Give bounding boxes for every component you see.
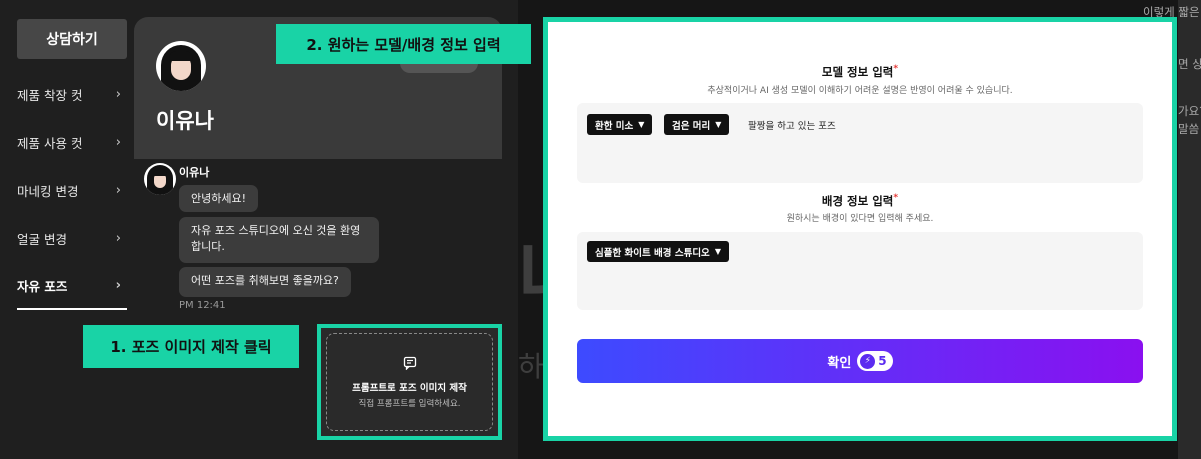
sidebar-item-mannequin-change[interactable]: 마네킹 변경 ›: [17, 166, 127, 214]
sidebar-item-product-wearing[interactable]: 제품 착장 컷 ›: [17, 70, 127, 118]
background-chip-dropdown[interactable]: 심플한 화이트 배경 스튜디오 ▼: [587, 241, 729, 262]
background-side-text: 가요?: [1178, 104, 1201, 118]
sidebar-menu: 제품 착장 컷 › 제품 사용 컷 › 마네킹 변경 › 얼굴 변경 › 자유 …: [17, 70, 127, 310]
chevron-down-icon: ▼: [714, 247, 721, 256]
chat-bubble: 자유 포즈 스튜디오에 오신 것을 환영합니다.: [179, 217, 379, 263]
chat-bubble: 어떤 포즈를 취해보면 좋을까요?: [179, 267, 351, 297]
background-section-description: 원하시는 배경이 있다면 입력해 주세요.: [786, 214, 934, 224]
model-section-description: 추상적이거나 AI 생성 모델이 이해하기 어려운 설명은 반영이 어려울 수 …: [707, 86, 1013, 96]
chevron-right-icon: ›: [115, 230, 121, 246]
chevron-right-icon: ›: [115, 182, 121, 198]
avatar: [156, 41, 206, 91]
confirm-label: 확인: [827, 355, 852, 371]
chat-avatar: [144, 163, 176, 195]
pose-box-subtitle: 직접 프롬프트를 입력하세요.: [358, 398, 461, 409]
background-side-text: 면 상: [1178, 57, 1201, 71]
chat-sender-name: 이유나: [179, 166, 210, 179]
chevron-down-icon: ▼: [638, 120, 645, 129]
model-section-title: 모델 정보 입력*: [821, 64, 899, 79]
modal-highlight: 모델 정보 입력* 추상적이거나 AI 생성 모델이 이해하기 어려운 설명은 …: [543, 17, 1177, 441]
model-info-input[interactable]: 환한 미소 ▼ 검은 머리 ▼ 팔짱을 하고 있는 포즈: [577, 103, 1143, 183]
sidebar-item-free-pose[interactable]: 자유 포즈 ›: [17, 262, 127, 310]
prompt-pose-button[interactable]: 프롬프트로 포즈 이미지 제작 직접 프롬프트를 입력하세요.: [326, 333, 493, 431]
profile-name: 이유나: [156, 109, 214, 133]
chevron-right-icon: ›: [115, 134, 121, 150]
chat-bubble: 안녕하세요!: [179, 185, 259, 212]
chat-app-panel: 상담하기 제품 착장 컷 › 제품 사용 컷 › 마네킹 변경 › 얼굴 변경 …: [0, 0, 518, 459]
chevron-right-icon: ›: [115, 277, 121, 293]
chevron-down-icon: ▼: [715, 120, 722, 129]
chat-timestamp: PM 12:41: [179, 300, 226, 311]
chevron-right-icon: ›: [115, 86, 121, 102]
model-chip-dropdown[interactable]: 환한 미소 ▼: [587, 114, 653, 135]
sidebar-item-product-usage[interactable]: 제품 사용 컷 ›: [17, 118, 127, 166]
credit-badge: ⚡ 5: [857, 351, 893, 371]
model-input-text: 팔짱을 하고 있는 포즈: [748, 121, 836, 132]
pose-box-highlight: 프롬프트로 포즈 이미지 제작 직접 프롬프트를 입력하세요.: [317, 324, 502, 440]
input-modal: 모델 정보 입력* 추상적이거나 AI 생성 모델이 이해하기 어려운 설명은 …: [548, 22, 1172, 436]
lightning-icon: ⚡: [860, 353, 876, 369]
model-chip-dropdown[interactable]: 검은 머리 ▼: [664, 114, 730, 135]
sidebar-item-label: 마네킹 변경: [17, 183, 79, 199]
pose-box-title: 프롬프트로 포즈 이미지 제작: [352, 382, 467, 394]
sidebar-item-label: 제품 착장 컷: [17, 87, 83, 103]
callout-step-2: 2. 원하는 모델/배경 정보 입력: [276, 24, 531, 64]
sidebar-item-label: 제품 사용 컷: [17, 135, 83, 151]
message-square-icon: [403, 356, 417, 374]
sidebar-item-face-change[interactable]: 얼굴 변경 ›: [17, 214, 127, 262]
sidebar-item-label: 자유 포즈: [17, 278, 68, 294]
background-side-text: 말씀: [1178, 122, 1200, 136]
background-section-title: 배경 정보 입력*: [821, 193, 899, 208]
confirm-button[interactable]: 확인 ⚡ 5: [577, 339, 1143, 383]
background-info-input[interactable]: 심플한 화이트 배경 스튜디오 ▼: [577, 232, 1143, 310]
sidebar-item-label: 얼굴 변경: [17, 231, 67, 247]
callout-step-1: 1. 포즈 이미지 제작 클릭: [83, 325, 299, 368]
consult-button[interactable]: 상담하기: [17, 19, 127, 59]
background-text-small: 하: [518, 350, 544, 383]
